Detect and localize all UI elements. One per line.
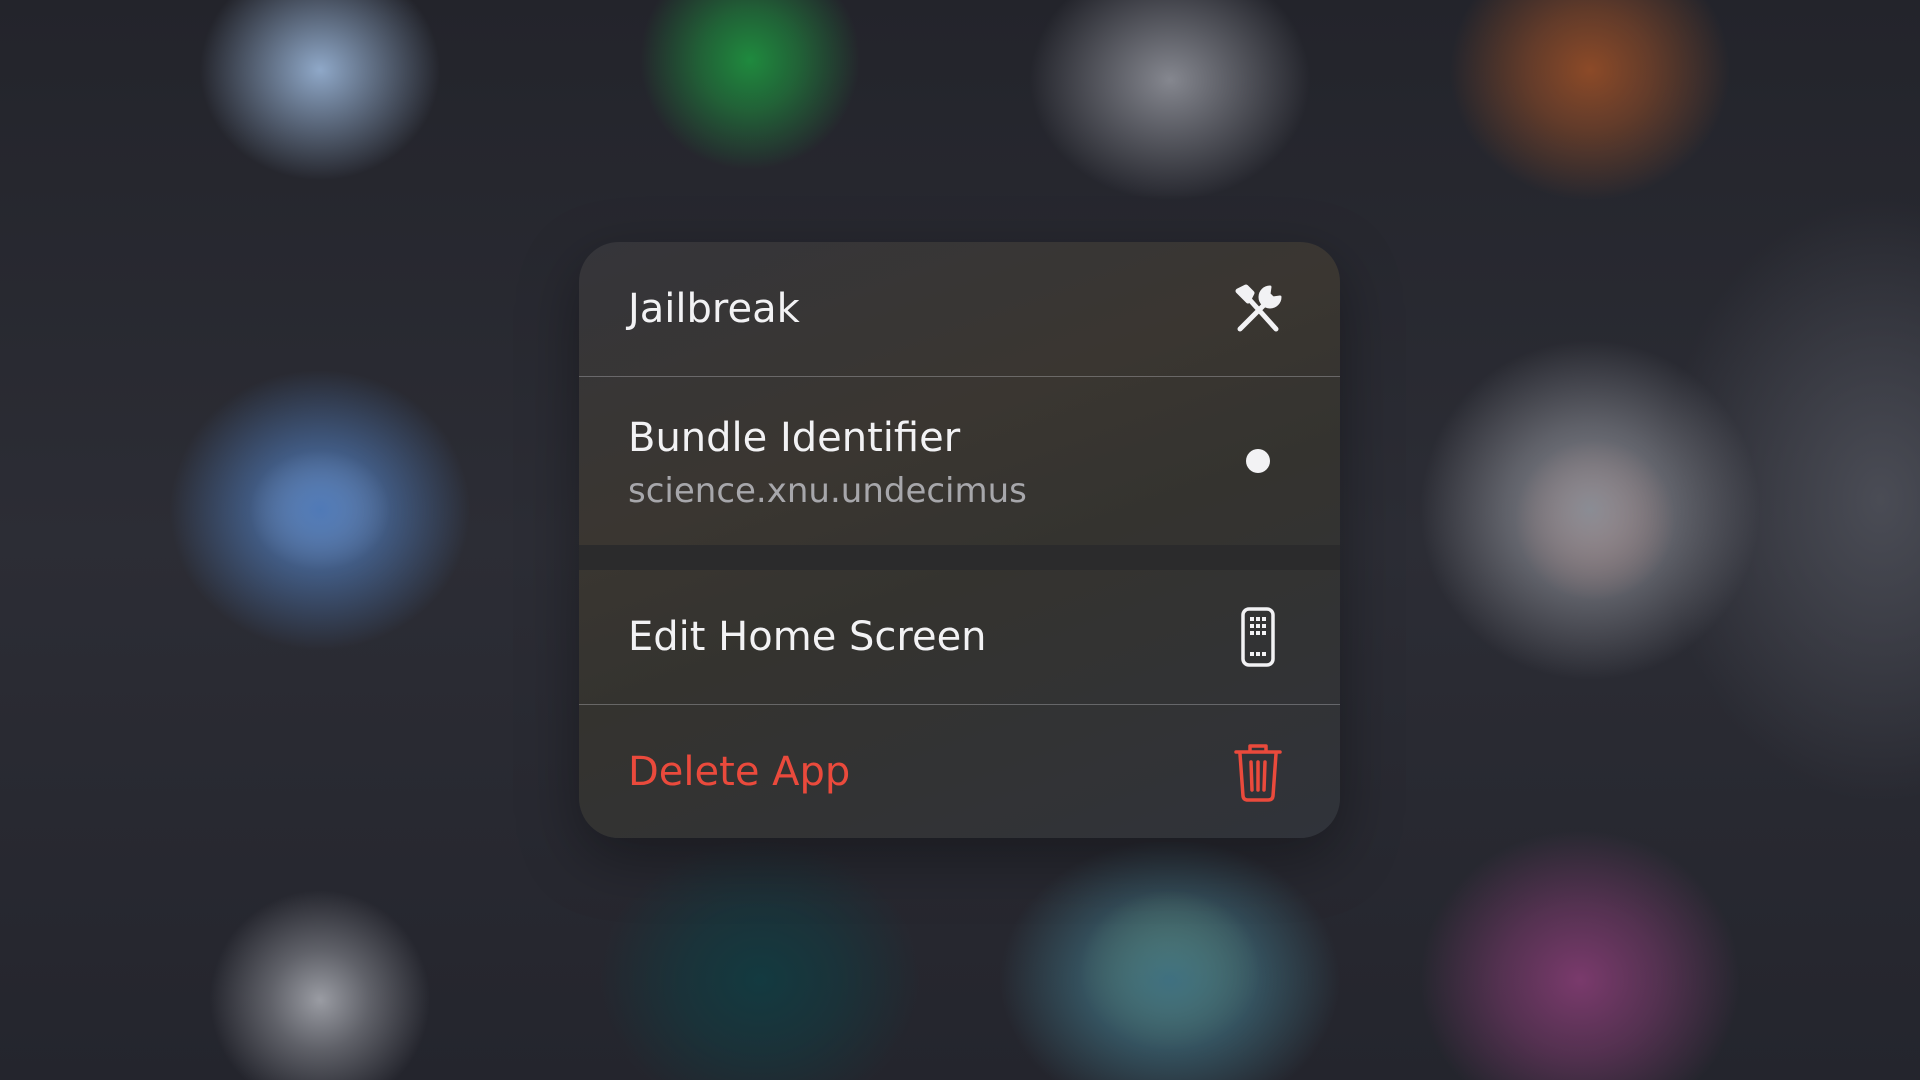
menu-group-app-actions: Jailbreak Bundle Identifier science.xnu.… bbox=[579, 242, 1340, 545]
dot-icon bbox=[1226, 429, 1290, 493]
menu-item-label: Delete App bbox=[628, 749, 851, 795]
app-context-menu: Jailbreak Bundle Identifier science.xnu.… bbox=[579, 242, 1340, 838]
menu-group-separator bbox=[579, 545, 1340, 570]
menu-item-edit-home-screen[interactable]: Edit Home Screen bbox=[579, 570, 1340, 704]
menu-group-system-actions: Edit Home Screen Delete App bbox=[579, 570, 1340, 838]
phone-apps-icon bbox=[1226, 605, 1290, 669]
wrench-screwdriver-icon bbox=[1226, 277, 1290, 341]
bundle-identifier-value: science.xnu.undecimus bbox=[628, 471, 1027, 511]
trash-icon bbox=[1226, 740, 1290, 804]
menu-item-label: Edit Home Screen bbox=[628, 614, 987, 660]
menu-item-label: Bundle Identifier bbox=[628, 415, 961, 461]
menu-item-label: Jailbreak bbox=[628, 286, 800, 332]
menu-item-delete-app[interactable]: Delete App bbox=[579, 705, 1340, 838]
menu-item-jailbreak[interactable]: Jailbreak bbox=[579, 242, 1340, 376]
menu-item-bundle-identifier[interactable]: Bundle Identifier science.xnu.undecimus bbox=[579, 377, 1340, 545]
